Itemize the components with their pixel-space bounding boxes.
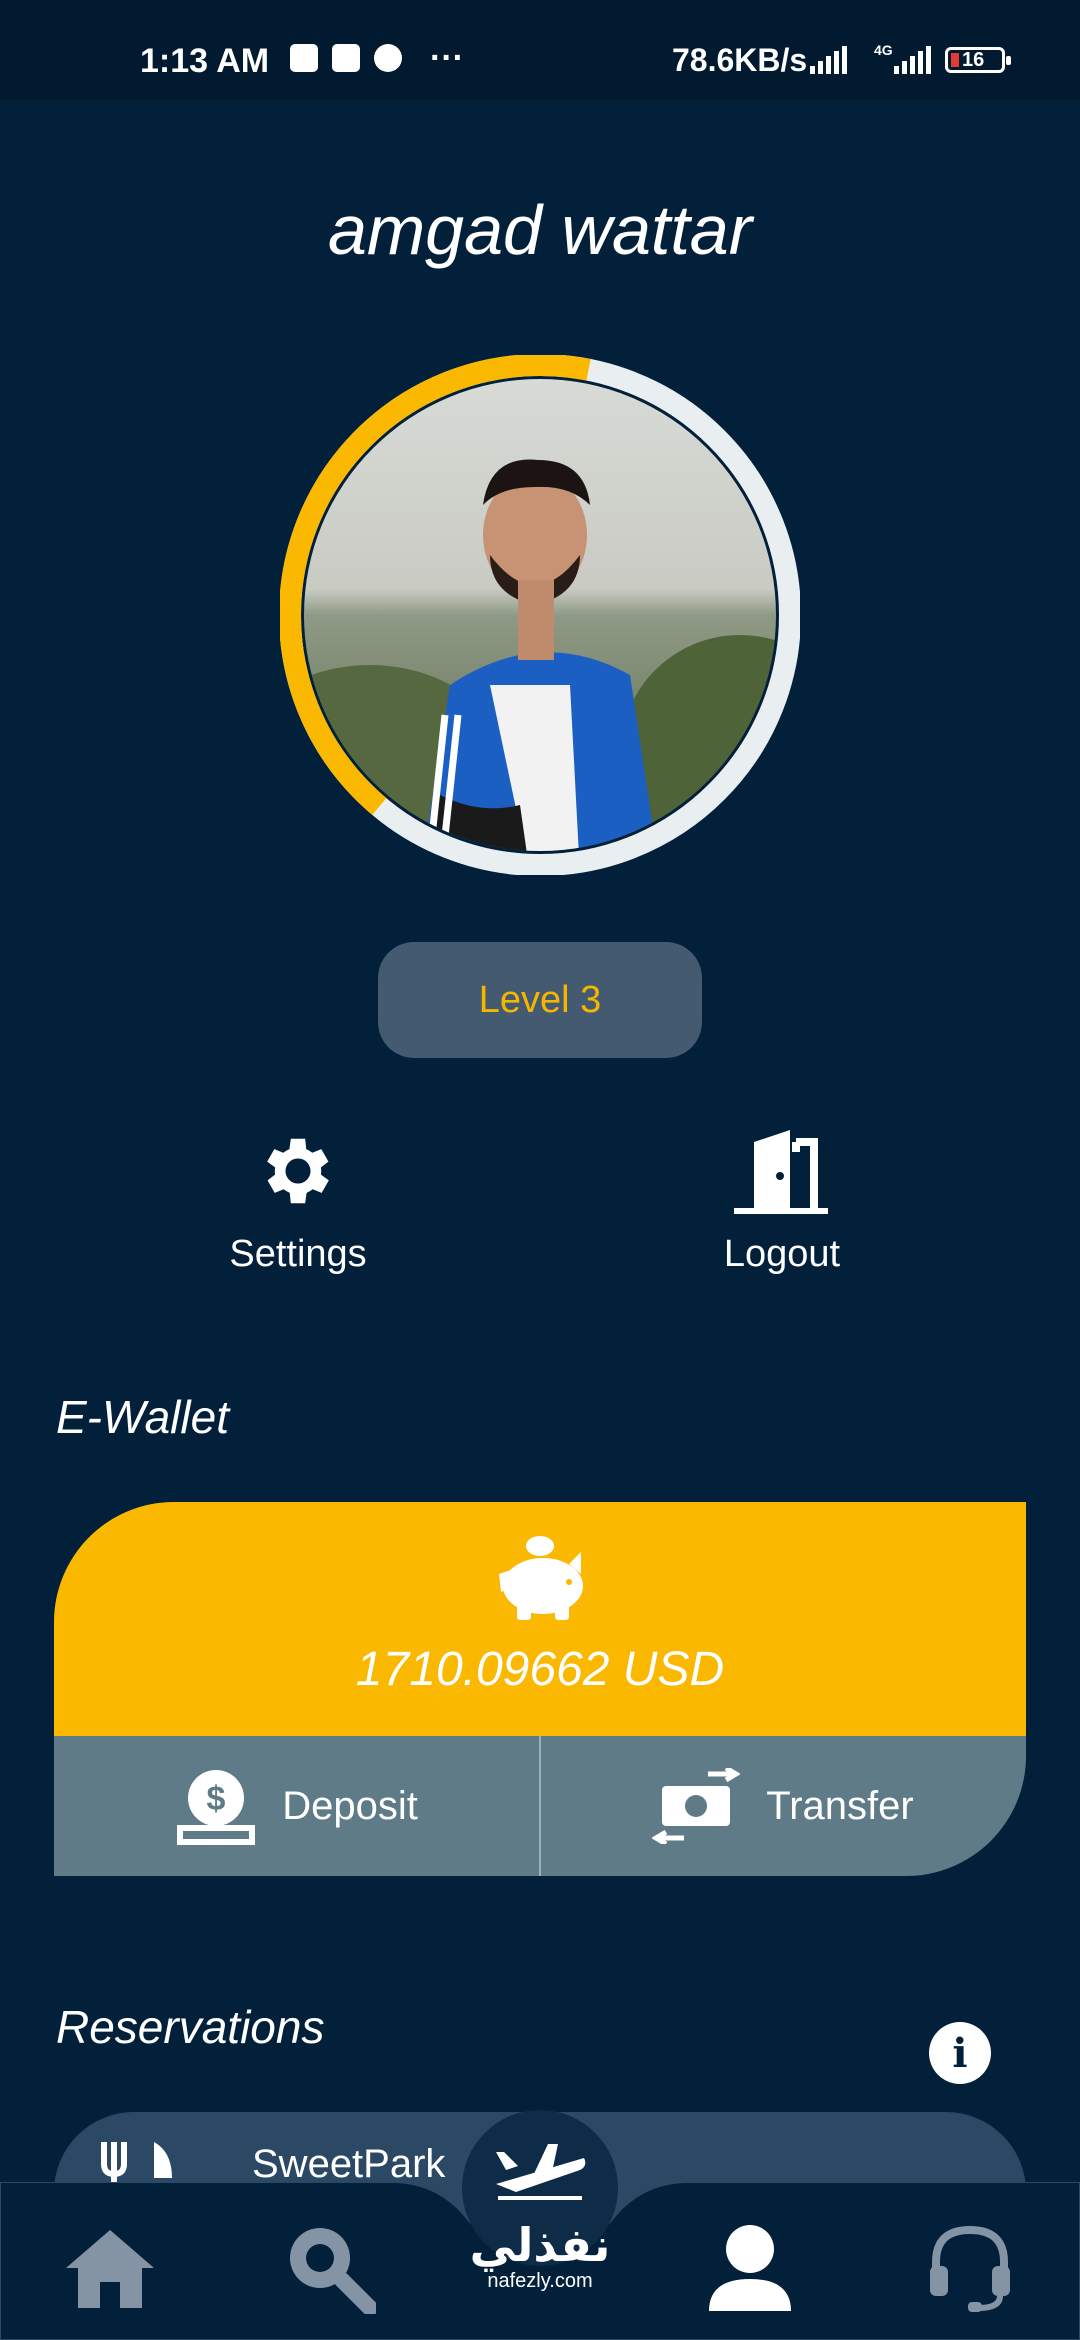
- nav-profile[interactable]: [700, 2218, 800, 2318]
- user-icon: [709, 2225, 791, 2311]
- search-icon: [290, 2228, 376, 2314]
- user-name: amgad wattar: [327, 191, 753, 269]
- battery-icon: 16: [945, 47, 1011, 73]
- whatsapp-icon: [374, 44, 402, 72]
- svg-text:$: $: [207, 1780, 226, 1818]
- home-icon: [66, 2230, 154, 2308]
- plane-icon: [496, 2144, 586, 2200]
- status-bar: 1:13 AM ··· 78.6KB/s 4G 16: [0, 0, 1080, 100]
- message-icon: [332, 44, 360, 72]
- level-label: Level 3: [478, 978, 602, 1021]
- gear-icon: [267, 1138, 329, 1204]
- notification-icons: ···: [290, 39, 464, 77]
- level-progress-ring: [280, 355, 800, 875]
- nav-home[interactable]: [60, 2218, 160, 2318]
- more-notifications-icon: ···: [430, 39, 464, 77]
- wallet-balance-card: 1710.09662 USD: [54, 1502, 1026, 1736]
- deposit-button[interactable]: $ Deposit: [54, 1736, 540, 1876]
- nav-support[interactable]: [920, 2218, 1020, 2318]
- battery-level: 16: [962, 49, 985, 71]
- support-headset-icon: [930, 2225, 1010, 2312]
- piggy-bank-icon: [499, 1536, 583, 1620]
- door-exit-icon: [734, 1130, 828, 1216]
- logout-button[interactable]: Logout: [652, 1128, 912, 1276]
- reservation-name: SweetPark: [252, 2142, 446, 2186]
- divider: [539, 1736, 541, 1876]
- wallet-section-title: E-Wallet: [56, 1391, 229, 1443]
- nav-search[interactable]: [280, 2218, 380, 2318]
- status-time: 1:13 AM: [140, 42, 270, 80]
- avatar[interactable]: [280, 355, 800, 875]
- transfer-label: Transfer: [766, 1783, 914, 1828]
- network-type: 4G: [874, 42, 893, 58]
- deposit-label: Deposit: [282, 1783, 418, 1828]
- info-icon: i: [952, 2029, 968, 2077]
- battery-saver-icon: [290, 44, 318, 72]
- wallet-actions: $ Deposit Transfer: [54, 1736, 1026, 1876]
- deposit-money-icon: $: [177, 1770, 256, 1845]
- money-transfer-icon: [652, 1768, 741, 1844]
- reservations-section-title: Reservations: [56, 2001, 325, 2053]
- brand-url: nafezly.com: [487, 2270, 593, 2292]
- cell-signal-icon: [894, 46, 931, 74]
- level-badge[interactable]: Level 3: [378, 942, 702, 1058]
- brand-logo-arabic: نفذلي: [469, 2218, 611, 2272]
- wifi-signal-icon: [810, 46, 847, 74]
- settings-label: Settings: [229, 1233, 367, 1275]
- wallet-balance: 1710.09662 USD: [355, 1643, 725, 1696]
- logout-label: Logout: [723, 1233, 841, 1275]
- settings-button[interactable]: Settings: [168, 1128, 428, 1276]
- transfer-button[interactable]: Transfer: [540, 1736, 1026, 1876]
- network-speed: 78.6KB/s: [672, 42, 808, 78]
- info-button[interactable]: i: [929, 2022, 991, 2084]
